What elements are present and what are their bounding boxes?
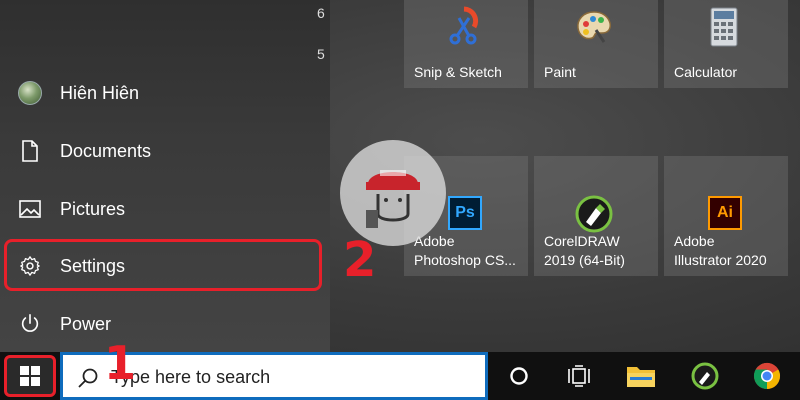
tile-label: Calculator: [674, 64, 738, 80]
illustrator-icon-text: Ai: [717, 204, 733, 221]
tile-paint[interactable]: Paint: [534, 0, 658, 88]
app-list-fragment: 6: [317, 5, 325, 21]
photoshop-icon-text: Ps: [455, 204, 475, 221]
app-list-fragment: 5: [317, 46, 325, 62]
illustrator-icon: Ai: [708, 196, 742, 230]
pictures-icon: [18, 197, 42, 221]
task-view-button[interactable]: [552, 352, 606, 400]
desktop-screen: 6 5 Hiên Hiên Documents Pictures Setting…: [0, 0, 800, 400]
task-view-icon: [568, 365, 590, 387]
tile-snip-sketch[interactable]: Snip & Sketch: [404, 0, 528, 88]
user-name: Hiên Hiên: [60, 82, 140, 103]
photoshop-icon: Ps: [448, 196, 482, 230]
tile-label: CorelDRAW: [544, 233, 620, 249]
watermark-logo-graphic: [366, 170, 420, 228]
file-explorer-icon: [627, 367, 655, 387]
power-item[interactable]: Power: [0, 299, 330, 349]
pictures-label: Pictures: [60, 198, 126, 219]
paint-palette-icon: [574, 8, 614, 48]
start-menu: 6 5 Hiên Hiên Documents Pictures Setting…: [0, 0, 800, 352]
documents-label: Documents: [60, 140, 152, 161]
taskbar: Type here to search 1: [0, 336, 800, 400]
tile-calculator[interactable]: Calculator: [664, 0, 788, 88]
tile-label: Photoshop CS...: [414, 252, 516, 268]
user-account-item[interactable]: Hiên Hiên: [0, 68, 330, 118]
power-label: Power: [60, 313, 112, 334]
coreldraw-icon: [574, 194, 614, 234]
step-number-1: 1: [104, 336, 137, 390]
cortana-button[interactable]: [492, 352, 546, 400]
tile-illustrator[interactable]: Ai Adobe Illustrator 2020: [664, 156, 788, 276]
tile-label: 2019 (64-Bit): [544, 252, 625, 268]
file-explorer-button[interactable]: [614, 352, 668, 400]
tile-label: Illustrator 2020: [674, 252, 767, 268]
document-icon: [18, 139, 42, 163]
chrome-button[interactable]: [740, 352, 794, 400]
chrome-icon: [753, 362, 781, 390]
windows-logo-icon: [20, 366, 40, 386]
tile-label: Paint: [544, 64, 576, 80]
coreldraw-taskbar-button[interactable]: [678, 352, 732, 400]
tile-coreldraw[interactable]: CorelDRAW 2019 (64-Bit): [534, 156, 658, 276]
settings-highlight-box: [4, 239, 322, 291]
documents-item[interactable]: Documents: [0, 126, 330, 176]
cortana-circle-icon: [510, 367, 528, 385]
calculator-icon: [704, 6, 744, 47]
tile-label: Snip & Sketch: [414, 64, 502, 80]
search-icon: [78, 368, 98, 388]
start-button[interactable]: [4, 355, 56, 397]
coreldraw-taskbar-icon: [691, 362, 719, 390]
power-icon: [18, 312, 42, 336]
tile-label: Adobe: [674, 233, 715, 249]
start-menu-left-rail: 6 5 Hiên Hiên Documents Pictures Setting…: [0, 0, 330, 352]
snip-sketch-icon: [444, 6, 484, 46]
step-number-2: 2: [343, 232, 377, 288]
pictures-item[interactable]: Pictures: [0, 184, 330, 234]
avatar: [18, 81, 42, 105]
watermark-logo: [340, 140, 446, 246]
